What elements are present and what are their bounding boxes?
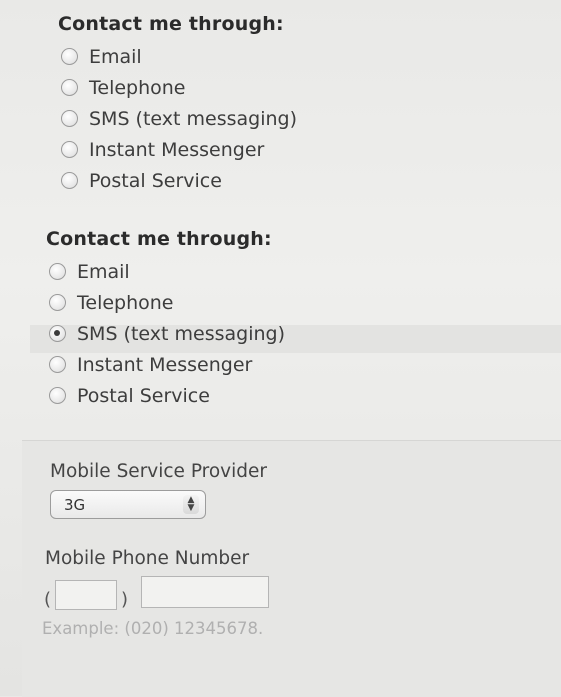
phone-example-hint: Example: (020) 12345678. — [42, 619, 264, 638]
radio-button[interactable] — [49, 356, 66, 373]
radio-label: Email — [77, 260, 130, 283]
provider-select-value: 3G — [64, 495, 86, 514]
area-code-input[interactable] — [55, 580, 117, 610]
close-paren: ) — [121, 589, 129, 610]
provider-label: Mobile Service Provider — [50, 461, 267, 482]
radio-button-selected[interactable] — [49, 325, 66, 342]
contact-group-1: Contact me through: Email Telephone SMS … — [58, 13, 297, 196]
radio-label: SMS (text messaging) — [89, 107, 297, 130]
radio-label: Postal Service — [77, 384, 210, 407]
radio-label: Instant Messenger — [89, 138, 265, 161]
radio-option-instant-messenger[interactable]: Instant Messenger — [49, 349, 285, 380]
radio-label: SMS (text messaging) — [77, 322, 285, 345]
radio-button[interactable] — [61, 110, 78, 127]
radio-label: Postal Service — [89, 169, 222, 192]
radio-option-sms[interactable]: SMS (text messaging) — [49, 318, 285, 349]
radio-option-instant-messenger[interactable]: Instant Messenger — [61, 134, 297, 165]
provider-select[interactable]: 3G ▲ ▼ — [50, 490, 206, 519]
radio-button[interactable] — [49, 263, 66, 280]
radio-option-email[interactable]: Email — [61, 41, 297, 72]
radio-label: Telephone — [77, 291, 174, 314]
radio-option-telephone[interactable]: Telephone — [61, 72, 297, 103]
radio-label: Telephone — [89, 76, 186, 99]
radio-label: Instant Messenger — [77, 353, 253, 376]
contact-group-2: Contact me through: Email Telephone SMS … — [46, 228, 285, 411]
open-paren: ( — [44, 589, 52, 610]
radio-label: Email — [89, 45, 142, 68]
radio-button[interactable] — [61, 141, 78, 158]
radio-button[interactable] — [49, 294, 66, 311]
radio-button[interactable] — [61, 172, 78, 189]
phone-label: Mobile Phone Number — [45, 548, 250, 569]
group-title: Contact me through: — [58, 13, 284, 35]
radio-option-telephone[interactable]: Telephone — [49, 287, 285, 318]
select-arrows-icon: ▲ ▼ — [183, 495, 199, 514]
radio-button[interactable] — [61, 48, 78, 65]
phone-number-input[interactable] — [141, 576, 269, 608]
radio-option-sms[interactable]: SMS (text messaging) — [61, 103, 297, 134]
radio-option-email[interactable]: Email — [49, 256, 285, 287]
radio-button[interactable] — [49, 387, 66, 404]
radio-button[interactable] — [61, 79, 78, 96]
radio-option-postal-service[interactable]: Postal Service — [49, 380, 285, 411]
group-title: Contact me through: — [46, 228, 272, 250]
radio-option-postal-service[interactable]: Postal Service — [61, 165, 297, 196]
